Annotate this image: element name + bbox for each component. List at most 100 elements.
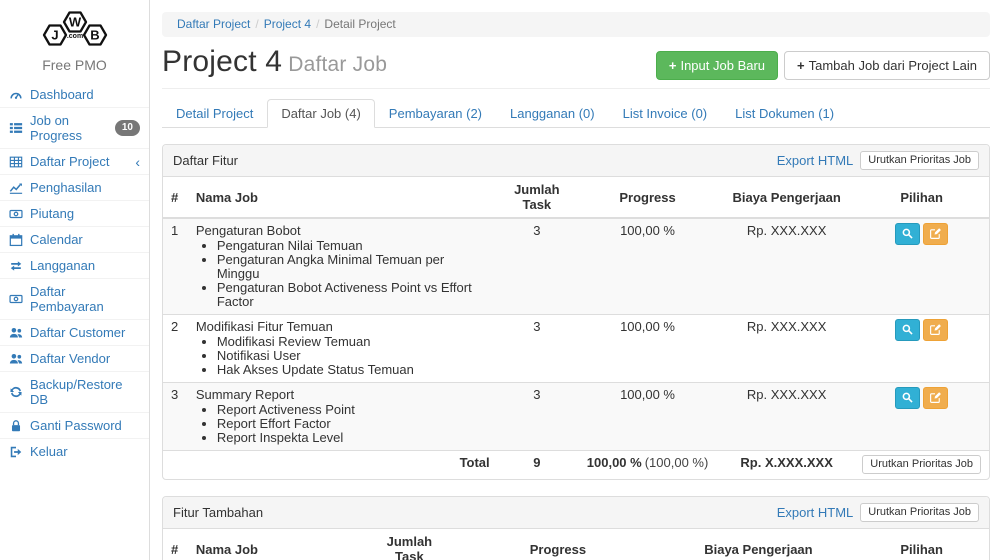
panel-daftar-fitur: Daftar FiturExport HTMLUrutkan Prioritas…: [162, 144, 990, 480]
tab-detail-project[interactable]: Detail Project: [162, 99, 267, 128]
page-title-text: Project 4: [162, 45, 282, 78]
tambah-job-dari-project-lain-button[interactable]: +Tambah Job dari Project Lain: [784, 51, 990, 80]
export-html-link[interactable]: Export HTML: [777, 153, 854, 168]
total-progress-cell: 100,00 %(100,00 %): [576, 451, 719, 480]
column-header-biaya-pengerjaan: Biaya Pengerjaan: [663, 529, 855, 560]
edit-job-button[interactable]: [923, 387, 948, 409]
export-html-link[interactable]: Export HTML: [777, 505, 854, 520]
retweet-icon: [9, 259, 23, 273]
subtask-item: Notifikasi User: [217, 349, 490, 363]
tab-pembayaran-2[interactable]: Pembayaran (2): [375, 99, 496, 128]
job-number-cell: 2: [163, 315, 188, 383]
total-progress-secondary: (100,00 %): [645, 455, 709, 470]
breadcrumb-link-daftar-project[interactable]: Daftar Project: [177, 17, 250, 31]
page-header: Project 4Daftar Job +Input Job Baru+Tamb…: [162, 45, 990, 89]
sidebar-item-piutang[interactable]: Piutang: [0, 200, 149, 226]
table-row: 1Pengaturan BobotPengaturan Nilai Temuan…: [163, 218, 989, 315]
subtask-item: Pengaturan Nilai Temuan: [217, 239, 490, 253]
job-actions-cell: [854, 218, 989, 315]
view-job-button[interactable]: [895, 223, 920, 245]
lock-icon: [9, 419, 23, 433]
table-row: 2 Modifikasi Fitur TemuanModifikasi Revie…: [163, 315, 989, 383]
plus-icon: +: [669, 58, 677, 73]
button-label: Input Job Baru: [680, 58, 765, 73]
subtask-item: Pengaturan Angka Minimal Temuan per Ming…: [217, 253, 490, 281]
sidebar-item-backup-restore-db[interactable]: Backup/Restore DB: [0, 371, 149, 412]
column-header-: #: [163, 529, 188, 560]
column-header-biaya-pengerjaan: Biaya Pengerjaan: [719, 177, 854, 218]
job-name: Modifikasi Fitur Temuan: [196, 319, 490, 334]
view-job-button[interactable]: [895, 387, 920, 409]
panel-header-actions: Export HTML Urutkan Prioritas Job: [777, 503, 979, 522]
sidebar-item-ganti-password[interactable]: Ganti Password: [0, 412, 149, 438]
svg-text:.com: .com: [66, 33, 82, 40]
dashboard-icon: [9, 88, 23, 102]
input-job-baru-button[interactable]: +Input Job Baru: [656, 51, 778, 80]
job-progress-cell: 100,00 %: [576, 218, 719, 315]
sort-priority-button[interactable]: Urutkan Prioritas Job: [860, 503, 979, 522]
job-actions-cell: [854, 315, 989, 383]
tab-list-invoice-0[interactable]: List Invoice (0): [609, 99, 722, 128]
job-number-cell: 1: [163, 218, 188, 315]
sort-priority-button[interactable]: Urutkan Prioritas Job: [862, 455, 981, 474]
job-progress-cell: 100,00 %: [576, 383, 719, 451]
panel-header: Daftar FiturExport HTMLUrutkan Prioritas…: [163, 145, 989, 177]
subtask-item: Report Effort Factor: [217, 417, 490, 431]
sidebar-item-daftar-pembayaran[interactable]: Daftar Pembayaran: [0, 278, 149, 319]
sidebar-item-keluar[interactable]: Keluar: [0, 438, 149, 464]
sidebar-item-langganan[interactable]: Langganan: [0, 252, 149, 278]
sidebar-item-label: Calendar: [30, 232, 83, 247]
tab-daftar-job-4[interactable]: Daftar Job (4): [267, 99, 374, 128]
total-tasks-cell: 9: [498, 451, 576, 480]
header-buttons: +Input Job Baru+Tambah Job dari Project …: [656, 51, 990, 80]
sidebar-item-daftar-customer[interactable]: Daftar Customer: [0, 319, 149, 345]
chevron-left-icon: ‹: [135, 157, 140, 167]
breadcrumb-link-project-4[interactable]: Project 4: [264, 17, 311, 31]
sidebar-item-calendar[interactable]: Calendar: [0, 226, 149, 252]
edit-icon: [929, 227, 943, 241]
breadcrumb: Daftar Project/Project 4/Detail Project: [162, 12, 990, 37]
sign-out-icon: [9, 445, 23, 459]
brand-name: Free PMO: [0, 54, 149, 82]
sidebar-item-label: Keluar: [30, 444, 68, 459]
table-header-row: #Nama JobJumlah TaskProgressBiaya Penger…: [163, 177, 989, 218]
users-icon: [9, 326, 23, 340]
subtask-list: Pengaturan Nilai TemuanPengaturan Angka …: [217, 239, 490, 309]
sidebar-item-label: Ganti Password: [30, 418, 122, 433]
jwb-logo-icon: J W B .com: [39, 7, 111, 54]
subtask-item: Report Activeness Point: [217, 403, 490, 417]
job-actions-cell: [854, 383, 989, 451]
sidebar-item-dashboard[interactable]: Dashboard: [0, 82, 149, 107]
subtask-list: Report Activeness PointReport Effort Fac…: [217, 403, 490, 445]
tab-langganan-0[interactable]: Langganan (0): [496, 99, 609, 128]
subtask-item: Modifikasi Review Temuan: [217, 335, 490, 349]
column-header-nama-job: Nama Job: [188, 529, 366, 560]
tab-list-dokumen-1[interactable]: List Dokumen (1): [721, 99, 848, 128]
edit-job-button[interactable]: [923, 319, 948, 341]
subtask-item: Hak Akses Update Status Temuan: [217, 363, 490, 377]
edit-job-button[interactable]: [923, 223, 948, 245]
sidebar-nav: DashboardJob on Progress10Daftar Project…: [0, 82, 149, 464]
sidebar-item-penghasilan[interactable]: Penghasilan: [0, 174, 149, 200]
sidebar-item-label: Daftar Vendor: [30, 351, 110, 366]
panel-header: Fitur TambahanExport HTMLUrutkan Priorit…: [163, 497, 989, 529]
column-header-pilihan: Pilihan: [854, 529, 989, 560]
sidebar-item-job-on-progress[interactable]: Job on Progress10: [0, 107, 149, 148]
column-header-jumlah-task: Jumlah Task: [498, 177, 576, 218]
job-cost-cell: Rp. XXX.XXX: [719, 315, 854, 383]
view-job-button[interactable]: [895, 319, 920, 341]
table-icon: [9, 155, 23, 169]
sort-priority-button[interactable]: Urutkan Prioritas Job: [860, 151, 979, 170]
breadcrumb-current: Detail Project: [324, 17, 395, 31]
job-table: #Nama JobJumlah TaskProgressBiaya Penger…: [163, 177, 989, 479]
subtask-item: Pengaturan Bobot Activeness Point vs Eff…: [217, 281, 490, 309]
total-label-cell: Total: [163, 451, 498, 480]
total-actions-cell: Urutkan Prioritas Job: [854, 451, 989, 480]
job-name: Summary Report: [196, 387, 490, 402]
sidebar-item-daftar-project[interactable]: Daftar Project‹: [0, 148, 149, 174]
job-tasks-cell: 3: [498, 383, 576, 451]
sidebar-item-daftar-vendor[interactable]: Daftar Vendor: [0, 345, 149, 371]
total-row: Total9100,00 %(100,00 %)Rp. X.XXX.XXXUru…: [163, 451, 989, 480]
subtask-list: Modifikasi Review TemuanNotifikasi UserH…: [217, 335, 490, 377]
sidebar-item-label: Daftar Pembayaran: [30, 284, 140, 314]
